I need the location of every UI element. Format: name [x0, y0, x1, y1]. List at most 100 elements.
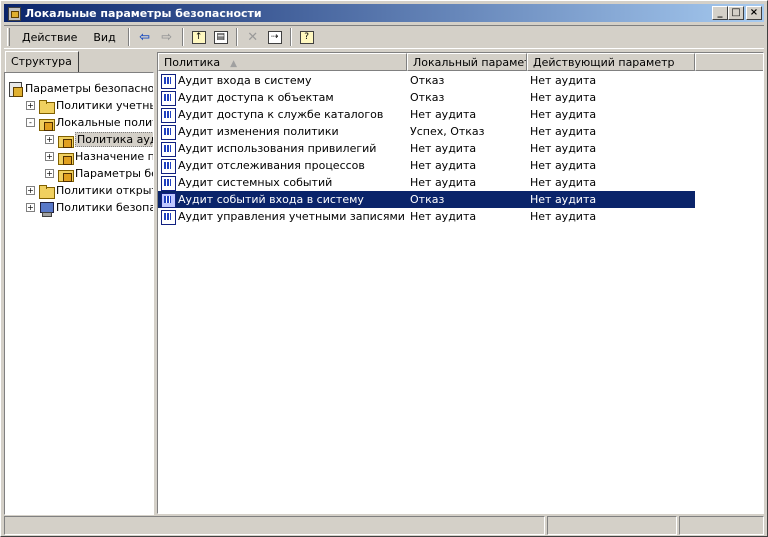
local-setting-cell: Нет аудита	[410, 142, 477, 155]
security-settings-icon	[7, 81, 23, 97]
effective-setting-cell: Нет аудита	[530, 159, 597, 172]
folder-icon	[38, 183, 55, 199]
toolbar-separator	[289, 28, 292, 46]
tab-structure[interactable]: Структура	[5, 51, 79, 72]
minimize-button[interactable]: _	[712, 6, 728, 20]
expand-icon[interactable]: +	[26, 101, 35, 110]
policy-name: Аудит изменения политики	[178, 125, 339, 138]
show-tree-button[interactable]: ▤	[210, 27, 232, 47]
tree-node[interactable]: Параметры безопасности	[7, 80, 153, 97]
effective-setting-cell: Нет аудита	[530, 176, 597, 189]
arrow-left-icon: ⇦	[139, 29, 151, 45]
collapse-icon[interactable]: -	[26, 118, 35, 127]
audit-policy-icon	[160, 192, 176, 208]
delete-icon: ✕	[247, 29, 259, 45]
local-setting-cell: Отказ	[410, 74, 445, 87]
export-list-button[interactable]: ⇢	[264, 27, 286, 47]
local-setting-cell: Нет аудита	[410, 159, 477, 172]
window: Локальные параметры безопасности _ □ × Д…	[0, 0, 768, 537]
table-row[interactable]: Аудит использования привилегий Нет аудита…	[158, 140, 695, 157]
table-row[interactable]: Аудит системных событий Нет аудита Нет ауд…	[158, 174, 695, 191]
toolbar-grip[interactable]	[7, 28, 10, 46]
column-effective[interactable]: Действующий параметр	[527, 53, 695, 71]
local-setting-cell: Отказ	[410, 193, 445, 206]
policy-cell: Аудит системных событий	[158, 175, 406, 191]
policy-name: Аудит управления учетными записями	[178, 210, 405, 223]
toolbar-separator	[181, 28, 184, 46]
local-setting-cell: Нет аудита	[410, 108, 477, 121]
table-row[interactable]: Аудит событий входа в систему Отказ Нет ау…	[158, 191, 695, 208]
table-row[interactable]: Аудит управления учетными записями Нет ау…	[158, 208, 695, 225]
title-bar[interactable]: Локальные параметры безопасности _ □ ×	[4, 4, 764, 22]
expand-icon[interactable]: +	[26, 203, 35, 212]
effective-setting-cell: Нет аудита	[530, 210, 597, 223]
policy-cell: Аудит управления учетными записями	[158, 209, 406, 225]
tree-node-label: Локальные политики	[56, 116, 153, 129]
effective-setting-cell: Нет аудита	[530, 74, 597, 87]
table-row[interactable]: Аудит доступа к объектам Отказ Нет аудита	[158, 89, 695, 106]
export-list-icon: ⇢	[267, 30, 282, 44]
expand-icon[interactable]: +	[45, 135, 54, 144]
audit-policy-icon	[160, 107, 176, 123]
policy-name: Аудит событий входа в систему	[178, 193, 364, 206]
table-row[interactable]: Аудит доступа к службе каталогов Нет ауди…	[158, 106, 695, 123]
policy-name: Аудит доступа к объектам	[178, 91, 334, 104]
expand-icon[interactable]: +	[45, 152, 54, 161]
toolbar: Действие Вид ⇦ ⇨ ↑ ▤ ✕ ⇢ ?	[4, 25, 764, 49]
list-view[interactable]: Политика ▲ Локальный параметр Действующий…	[157, 52, 764, 514]
policy-cell: Аудит изменения политики	[158, 124, 406, 140]
toolbar-separator	[127, 28, 130, 46]
close-button[interactable]: ×	[746, 6, 762, 20]
delete-button[interactable]: ✕	[242, 27, 264, 47]
tree-node[interactable]: + Политики открытого ключа	[26, 182, 153, 199]
policy-cell: Аудит отслеживания процессов	[158, 158, 406, 174]
policy-cell: Аудит использования привилегий	[158, 141, 406, 157]
policy-name: Аудит отслеживания процессов	[178, 159, 365, 172]
tree-node[interactable]: + Политики безопасности IP	[26, 199, 153, 217]
tree-content: Параметры безопасности + Политики учетных …	[5, 73, 153, 493]
policy-name: Аудит системных событий	[178, 176, 333, 189]
tree-node[interactable]: + Назначение прав пользователя	[45, 148, 153, 165]
status-panel-3	[679, 516, 764, 535]
audit-policy-icon	[160, 124, 176, 140]
menu-action[interactable]: Действие	[16, 29, 83, 46]
lock-folder-icon	[38, 115, 55, 131]
local-setting-cell: Нет аудита	[410, 176, 477, 189]
tree-node[interactable]: + Политика аудита	[45, 131, 153, 148]
tree-node[interactable]: + Политики учетных записей	[26, 97, 153, 114]
effective-setting-cell: Нет аудита	[530, 125, 597, 138]
forward-button[interactable]: ⇨	[156, 27, 178, 47]
local-setting-cell: Успех, Отказ	[410, 125, 485, 138]
effective-setting-cell: Нет аудита	[530, 142, 597, 155]
show-hide-tree-icon: ▤	[213, 30, 228, 44]
up-level-button[interactable]: ↑	[188, 27, 210, 47]
tree-view[interactable]: Параметры безопасности + Политики учетных …	[4, 72, 154, 515]
lock-folder-icon	[57, 166, 74, 182]
policy-name: Аудит входа в систему	[178, 74, 312, 87]
tree-node[interactable]: - Локальные политики	[26, 114, 153, 131]
lock-folder-icon	[57, 132, 74, 148]
menu-view[interactable]: Вид	[87, 29, 121, 46]
tree-node-label: Политики открытого ключа	[56, 184, 153, 197]
table-row[interactable]: Аудит отслеживания процессов Нет аудита Не…	[158, 157, 695, 174]
arrow-right-icon: ⇨	[161, 29, 173, 45]
tree-node[interactable]: + Параметры безопасности	[45, 165, 153, 182]
expand-icon[interactable]: +	[45, 169, 54, 178]
security-settings-icon	[6, 5, 22, 21]
list-rows: Аудит входа в систему Отказ Нет аудита Ауди…	[158, 72, 695, 225]
table-row[interactable]: Аудит изменения политики Успех, Отказ Нет …	[158, 123, 695, 140]
policy-cell: Аудит входа в систему	[158, 73, 406, 89]
window-title: Локальные параметры безопасности	[25, 6, 262, 20]
help-button[interactable]: ?	[296, 27, 318, 47]
tree-node-label: Политики безопасности IP	[56, 201, 153, 214]
table-row[interactable]: Аудит входа в систему Отказ Нет аудита	[158, 72, 695, 89]
toolbar-separator	[235, 28, 238, 46]
column-local[interactable]: Локальный параметр	[407, 53, 527, 71]
back-button[interactable]: ⇦	[134, 27, 156, 47]
folder-icon	[38, 98, 55, 114]
audit-policy-icon	[160, 175, 176, 191]
column-policy[interactable]: Политика ▲	[158, 53, 407, 71]
maximize-button[interactable]: □	[728, 6, 744, 20]
tree-node-label: Политики учетных записей	[56, 99, 153, 112]
expand-icon[interactable]: +	[26, 186, 35, 195]
